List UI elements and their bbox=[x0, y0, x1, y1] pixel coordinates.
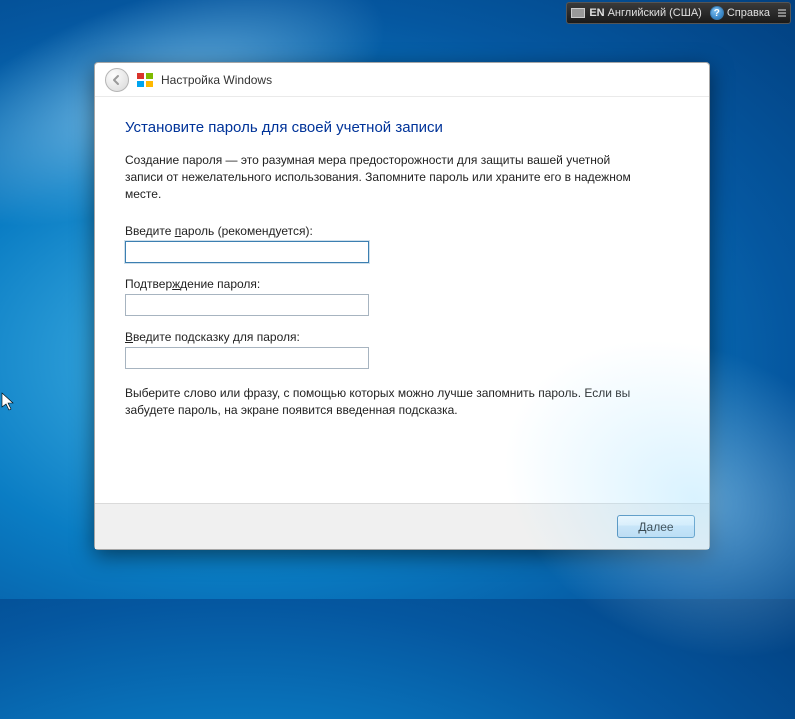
window-title: Настройка Windows bbox=[161, 73, 272, 87]
hint-description: Выберите слово или фразу, с помощью кото… bbox=[125, 385, 645, 419]
setup-window: Настройка Windows Установите пароль для … bbox=[94, 62, 710, 550]
window-body: Установите пароль для своей учетной запи… bbox=[95, 97, 709, 503]
language-code[interactable]: EN bbox=[589, 7, 604, 19]
hint-label: Введите подсказку для пароля: bbox=[125, 330, 679, 344]
grip-icon[interactable] bbox=[778, 9, 786, 17]
password-input[interactable] bbox=[125, 241, 369, 263]
help-icon[interactable]: ? bbox=[710, 6, 724, 20]
language-bar: EN Английский (США) ? Справка bbox=[566, 2, 791, 24]
back-button[interactable] bbox=[105, 68, 129, 92]
confirm-input[interactable] bbox=[125, 294, 369, 316]
help-link[interactable]: Справка bbox=[727, 7, 770, 19]
password-label: Введите пароль (рекомендуется): bbox=[125, 224, 679, 238]
language-name[interactable]: Английский (США) bbox=[608, 7, 702, 19]
window-header: Настройка Windows bbox=[95, 63, 709, 97]
windows-flag-icon bbox=[137, 73, 153, 87]
hint-input[interactable] bbox=[125, 347, 369, 369]
page-description: Создание пароля — это разумная мера пред… bbox=[125, 152, 645, 202]
cursor-icon bbox=[1, 392, 17, 417]
window-footer: Далее bbox=[95, 503, 709, 549]
confirm-label: Подтверждение пароля: bbox=[125, 277, 679, 291]
keyboard-icon bbox=[571, 8, 585, 18]
hint-field-group: Введите подсказку для пароля: bbox=[125, 330, 679, 369]
page-heading: Установите пароль для своей учетной запи… bbox=[125, 119, 679, 136]
password-field-group: Введите пароль (рекомендуется): bbox=[125, 224, 679, 263]
confirm-field-group: Подтверждение пароля: bbox=[125, 277, 679, 316]
next-button[interactable]: Далее bbox=[617, 515, 695, 538]
